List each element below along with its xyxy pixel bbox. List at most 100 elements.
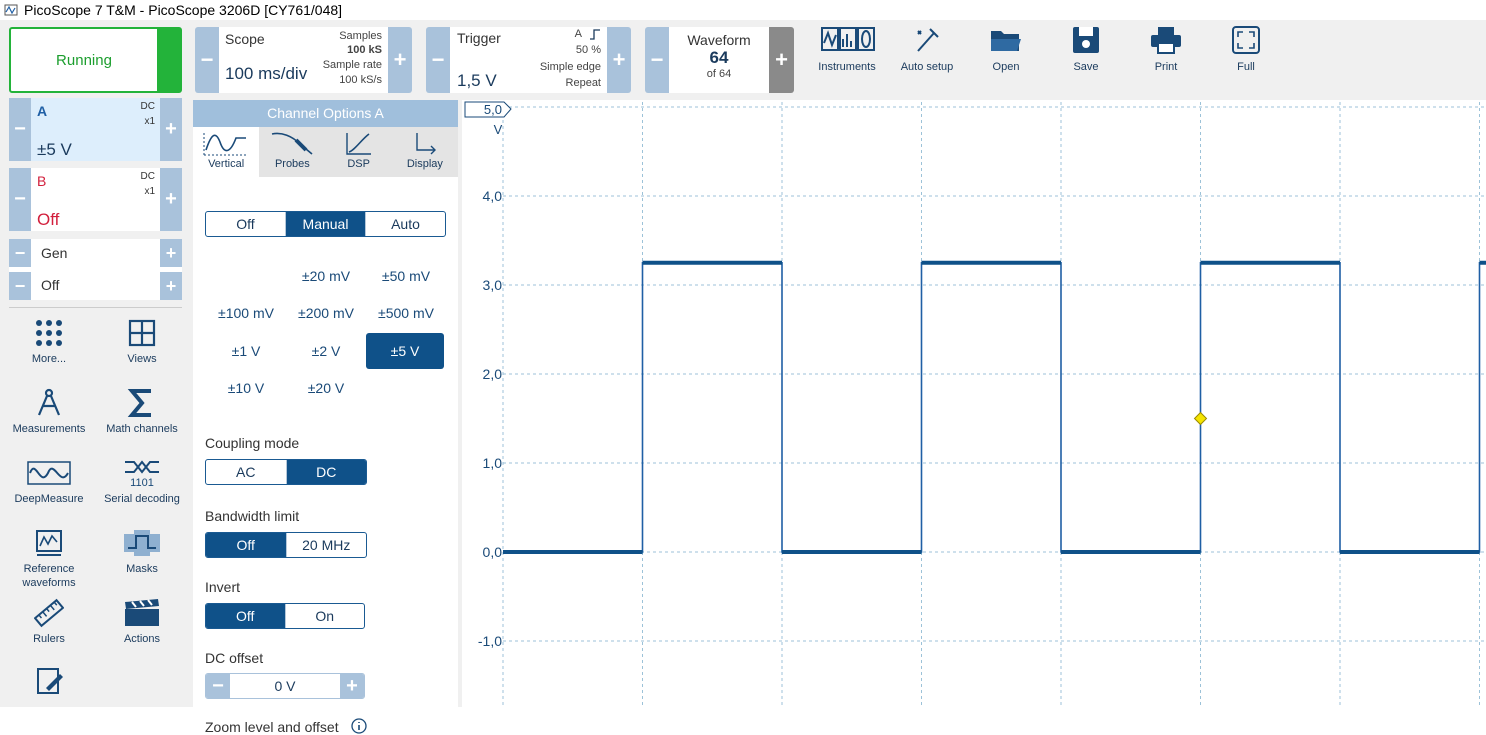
- channel-b-range-decrease[interactable]: −: [9, 168, 31, 231]
- channel-a-range-decrease[interactable]: −: [9, 98, 31, 161]
- reference-waveforms-label: Reference waveforms: [22, 563, 76, 589]
- invert-on[interactable]: On: [286, 604, 365, 628]
- bandwidth-20mhz[interactable]: 20 MHz: [287, 533, 367, 557]
- range-20v[interactable]: ±20 V: [286, 370, 366, 406]
- waveform-next-button[interactable]: +: [769, 27, 794, 93]
- tab-display[interactable]: Display: [392, 127, 458, 177]
- dc-offset-decrease[interactable]: −: [206, 674, 230, 698]
- views-grid-icon: [128, 319, 156, 347]
- y-tick-label: 3,0: [483, 277, 503, 293]
- generator-state-decrease[interactable]: −: [9, 272, 31, 300]
- tab-probes[interactable]: Probes: [259, 127, 325, 177]
- generator-increase[interactable]: +: [160, 239, 182, 267]
- tab-dsp[interactable]: DSP: [326, 127, 392, 177]
- save-button[interactable]: Save: [1047, 25, 1125, 95]
- samples-value: 100 kS: [347, 44, 382, 56]
- run-status-indicator: [157, 29, 180, 91]
- channel-a-control[interactable]: − + A DC x1 ±5 V: [9, 98, 182, 161]
- more-button[interactable]: More...: [6, 318, 92, 366]
- svg-text:1101: 1101: [130, 477, 154, 488]
- open-button[interactable]: Open: [967, 25, 1045, 95]
- channel-b-range-increase[interactable]: +: [160, 168, 182, 231]
- channel-b-probe: x1: [144, 186, 155, 197]
- measurements-button[interactable]: Measurements: [6, 388, 92, 436]
- dc-offset-increase[interactable]: +: [340, 674, 364, 698]
- y-tick-label: 5,0: [484, 102, 502, 117]
- print-button[interactable]: Print: [1127, 25, 1205, 95]
- bandwidth-off[interactable]: Off: [206, 533, 287, 557]
- auto-setup-button[interactable]: Auto setup: [888, 25, 966, 95]
- generator-state-increase[interactable]: +: [160, 272, 182, 300]
- rulers-button[interactable]: Rulers: [6, 598, 92, 646]
- trigger-panel[interactable]: Trigger 1,5 V A 50 % Simple edge Repeat: [450, 27, 607, 93]
- generator-control[interactable]: − + − + Gen Off: [9, 239, 182, 300]
- dsp-filter-icon: [345, 133, 371, 155]
- range-50mv[interactable]: ±50 mV: [366, 258, 446, 294]
- channel-a-coupling: DC: [140, 101, 155, 112]
- timebase-decrease-button[interactable]: −: [195, 27, 219, 93]
- mask-icon: [124, 530, 160, 556]
- trigger-decrease-button[interactable]: −: [426, 27, 450, 93]
- masks-button[interactable]: Masks: [99, 528, 185, 576]
- tab-vertical[interactable]: Vertical: [193, 127, 260, 177]
- range-mode-off[interactable]: Off: [206, 212, 286, 236]
- coupling-dc[interactable]: DC: [286, 460, 366, 484]
- folder-open-icon: [991, 31, 1021, 51]
- invert-off[interactable]: Off: [206, 604, 286, 628]
- invert-selector[interactable]: Off On: [205, 603, 365, 629]
- dots-grid-icon: [36, 320, 62, 346]
- zoom-offset-label: Zoom level and offset: [205, 719, 339, 735]
- coupling-ac[interactable]: AC: [206, 460, 287, 484]
- notes-pencil-icon: [37, 668, 63, 694]
- serial-decoding-button[interactable]: 1101 Serial decoding: [99, 458, 185, 506]
- reference-waveforms-button[interactable]: Reference waveforms: [6, 528, 92, 590]
- range-mode-auto[interactable]: Auto: [366, 212, 445, 236]
- range-500mv[interactable]: ±500 mV: [366, 295, 446, 331]
- bandwidth-limit-label: Bandwidth limit: [205, 508, 300, 524]
- range-mode-manual[interactable]: Manual: [286, 212, 366, 236]
- printer-icon: [1151, 27, 1181, 54]
- timebase-increase-button[interactable]: +: [388, 27, 412, 93]
- channel-options-panel: Channel Options A Vertical Probes DSP Di…: [193, 100, 458, 735]
- trigger-increase-button[interactable]: +: [607, 27, 631, 93]
- views-button[interactable]: Views: [99, 318, 185, 366]
- math-channels-button[interactable]: Math channels: [99, 388, 185, 436]
- sigma-icon: [127, 389, 151, 417]
- range-10v[interactable]: ±10 V: [206, 370, 286, 406]
- trigger-channel: A: [574, 28, 582, 40]
- waveform-buffer-panel[interactable]: Waveform 64 of 64: [669, 27, 769, 93]
- range-mode-selector[interactable]: Off Manual Auto: [205, 211, 446, 237]
- instruments-button[interactable]: Instruments: [808, 25, 886, 95]
- run-status-label: Running: [56, 51, 112, 69]
- generator-decrease[interactable]: −: [9, 239, 31, 267]
- range-200mv[interactable]: ±200 mV: [286, 295, 366, 331]
- actions-button[interactable]: Actions: [99, 598, 185, 646]
- range-100mv[interactable]: ±100 mV: [206, 295, 286, 331]
- bandwidth-limit-selector[interactable]: Off 20 MHz: [205, 532, 367, 558]
- channel-options-tabs: Vertical Probes DSP Display: [193, 127, 458, 177]
- waveform-previous-button[interactable]: −: [645, 27, 669, 93]
- range-1v[interactable]: ±1 V: [206, 333, 286, 369]
- range-2v[interactable]: ±2 V: [286, 333, 366, 369]
- channel-b-control[interactable]: − + B DC x1 Off: [9, 168, 182, 231]
- notes-button[interactable]: [6, 666, 92, 700]
- range-5v[interactable]: ±5 V: [366, 333, 444, 369]
- deepmeasure-button[interactable]: DeepMeasure: [6, 458, 92, 506]
- dc-offset-stepper[interactable]: − 0 V +: [205, 673, 365, 699]
- save-label: Save: [1073, 61, 1099, 73]
- scope-timebase-panel[interactable]: Scope 100 ms/div Samples 100 kS Sample r…: [219, 27, 388, 93]
- actions-label: Actions: [123, 633, 161, 645]
- channel-a-range-increase[interactable]: +: [160, 98, 182, 161]
- info-icon[interactable]: [351, 718, 367, 734]
- range-20mv[interactable]: ±20 mV: [286, 258, 366, 294]
- instruments-label: Instruments: [818, 61, 876, 73]
- scope-view[interactable]: 4,0 3,0 2,0 1,0 0,0 -1,0 5,0 V: [462, 100, 1486, 707]
- scope-plot[interactable]: 4,0 3,0 2,0 1,0 0,0 -1,0 5,0 V: [462, 100, 1486, 707]
- deepmeasure-label: DeepMeasure: [14, 493, 84, 505]
- run-stop-button[interactable]: Running: [9, 27, 182, 93]
- full-screen-button[interactable]: Full: [1207, 25, 1285, 95]
- y-tick-label: -1,0: [478, 633, 502, 649]
- coupling-mode-selector[interactable]: AC DC: [205, 459, 367, 485]
- dc-offset-value[interactable]: 0 V: [230, 674, 340, 698]
- rulers-label: Rulers: [33, 633, 65, 645]
